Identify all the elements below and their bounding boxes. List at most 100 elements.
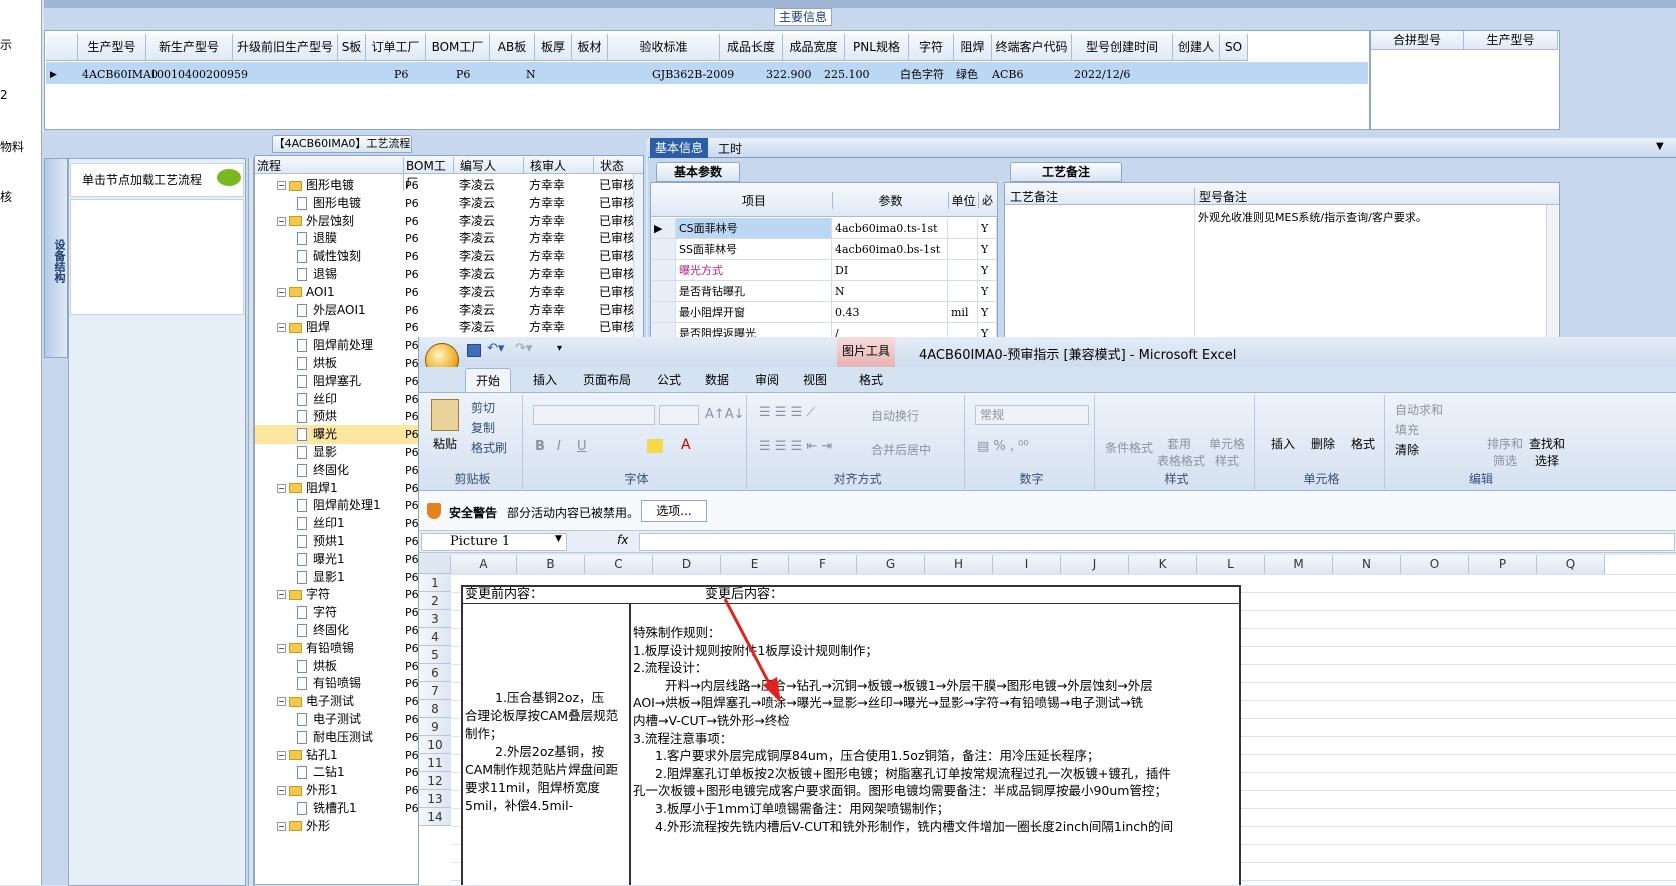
cell-width[interactable]: 225.100 — [824, 65, 870, 85]
tree-node[interactable]: − 钻孔1 — [277, 746, 338, 765]
tree-node[interactable]: − AOI1 — [277, 283, 335, 302]
notes-scrollbar[interactable] — [1546, 205, 1558, 337]
col-header[interactable]: BOM工厂 — [426, 34, 490, 61]
tree-node[interactable]: 图形电镀 — [297, 194, 361, 213]
tree-row[interactable]: 碱性蚀刻 P6 李凌云 方幸幸 已审核 — [255, 247, 633, 266]
merge-center-button[interactable]: 合并后居中 — [871, 441, 931, 458]
col-header[interactable]: 终端客户代码 — [992, 34, 1072, 61]
tree-node[interactable]: 阻焊前处理1 — [297, 496, 381, 515]
collapse-icon[interactable]: − — [277, 643, 286, 653]
format-painter-button[interactable]: 格式刷 — [471, 439, 507, 456]
collapse-icon[interactable]: − — [277, 483, 286, 493]
find-select-button[interactable]: 查找和 选择 — [1527, 435, 1567, 469]
font-name-box[interactable] — [533, 405, 655, 425]
col-header[interactable]: 型号创建时间 — [1072, 34, 1173, 61]
collapse-icon[interactable]: − — [277, 590, 286, 600]
align-left-icon[interactable]: ☰ ☰ ☰ ⇤ ⇥ — [759, 439, 832, 454]
row-header[interactable]: 3 — [419, 610, 451, 628]
col-header[interactable]: 工艺备注 — [1010, 188, 1058, 205]
clear-button[interactable]: 清除 — [1395, 441, 1419, 458]
col-header[interactable]: 生产型号 — [78, 34, 146, 61]
param-row[interactable]: 是否背钻曝孔 N Y — [651, 281, 997, 302]
row-header[interactable]: 9 — [419, 718, 451, 736]
col-header[interactable]: 编写人 — [453, 157, 523, 174]
insert-button[interactable]: 插入 — [1265, 435, 1301, 452]
tree-node[interactable]: 显影 — [297, 443, 337, 462]
param-row[interactable]: 曝光方式 DI Y — [651, 260, 997, 281]
column-header[interactable]: B — [517, 555, 585, 574]
left-nav-item-1[interactable]: 示 — [0, 36, 12, 53]
collapse-icon[interactable]: − — [277, 287, 286, 297]
cell-customer[interactable]: ACB6 — [992, 65, 1023, 85]
column-header[interactable]: J — [1061, 555, 1129, 574]
col-header[interactable]: 验收标准 — [608, 34, 720, 61]
tree-node[interactable]: 退膜 — [297, 229, 337, 248]
qat-customize-icon[interactable]: ▾ — [557, 343, 562, 354]
row-selector[interactable] — [651, 260, 676, 281]
col-header[interactable]: PNL规格 — [845, 34, 909, 61]
row-header[interactable]: 11 — [419, 754, 451, 772]
col-header[interactable]: 升级前旧生产型号 — [233, 34, 338, 61]
col-header[interactable]: 型号备注 — [1194, 188, 1544, 205]
param-value[interactable]: N — [832, 281, 948, 302]
param-value[interactable]: 4acb60ima0.ts-1st — [832, 218, 948, 239]
ribbon-tab[interactable]: 视图 — [793, 368, 837, 392]
formula-input[interactable] — [639, 533, 1675, 551]
cell-length[interactable]: 322.900 — [766, 65, 812, 85]
column-header[interactable]: D — [653, 555, 721, 574]
tree-node[interactable]: − 阻焊 — [277, 318, 330, 337]
left-nav-item-3[interactable]: 物料 — [0, 138, 24, 155]
col-header[interactable]: 单位 — [948, 192, 978, 209]
name-box[interactable]: Picture 1 — [421, 533, 567, 551]
tree-node[interactable]: 电子测试 — [297, 710, 361, 729]
fill-button[interactable]: 填充 — [1395, 421, 1419, 438]
col-header[interactable]: 成品长度 — [720, 34, 783, 61]
redo-icon[interactable]: ↷▾ — [515, 341, 532, 356]
column-header[interactable]: K — [1129, 555, 1197, 574]
cut-button[interactable]: 剪切 — [471, 399, 495, 416]
ribbon-tab[interactable]: 页面布局 — [573, 368, 641, 392]
column-header[interactable]: M — [1265, 555, 1333, 574]
column-header[interactable]: H — [925, 555, 993, 574]
column-header[interactable]: N — [1333, 555, 1401, 574]
left-nav-item-4[interactable]: 核 — [0, 188, 12, 205]
name-box-dropdown-icon[interactable]: ▼ — [555, 534, 562, 544]
tree-node[interactable]: 二钻1 — [297, 763, 345, 782]
paste-icon[interactable] — [431, 399, 459, 431]
col-header[interactable]: AB板 — [490, 34, 535, 61]
change-picture[interactable] — [461, 585, 1241, 885]
row-header[interactable]: 8 — [419, 700, 451, 718]
param-row[interactable]: SS面菲林号 4acb60ima0.bs-1st Y — [651, 239, 997, 260]
save-icon[interactable] — [467, 344, 481, 357]
col-header[interactable]: 核审人 — [523, 157, 593, 174]
cell-new-model[interactable]: 10010400200959 — [150, 65, 248, 85]
param-value[interactable]: 4acb60ima0.bs-1st — [832, 239, 948, 260]
ribbon-tab[interactable]: 格式 — [849, 368, 893, 392]
tree-node[interactable]: 碱性蚀刻 — [297, 247, 361, 266]
tree-node[interactable]: 丝印1 — [297, 514, 345, 533]
col-header[interactable]: 板材 — [572, 34, 608, 61]
row-header[interactable]: 1 — [419, 574, 451, 592]
tree-node[interactable]: − 外形 — [277, 817, 330, 836]
cell-soldermask[interactable]: 绿色 — [956, 65, 978, 85]
tree-row[interactable]: − 外层蚀刻 P6 李凌云 方幸幸 已审核 — [255, 212, 633, 231]
tree-node[interactable]: 阻焊塞孔 — [297, 372, 361, 391]
grow-font-icon[interactable]: A↑A↓ — [705, 407, 745, 422]
collapse-icon[interactable]: − — [277, 821, 286, 831]
model-note[interactable]: 外观允收准则见MES系统/指示查询/客户要求。 — [1198, 209, 1427, 225]
options-button[interactable]: 选项... — [641, 500, 707, 522]
tree-node[interactable]: − 阻焊1 — [277, 479, 338, 498]
col-header[interactable]: 合拼型号 — [1371, 31, 1464, 50]
ribbon-tab[interactable]: 开始 — [465, 368, 512, 392]
column-header[interactable]: A — [451, 555, 517, 574]
row-header[interactable]: 10 — [419, 736, 451, 754]
font-size-box[interactable] — [659, 405, 699, 425]
tree-node[interactable]: 曝光1 — [297, 550, 345, 569]
autosum-button[interactable]: 自动求和 — [1395, 401, 1443, 418]
tree-row[interactable]: 外层AOI1 P6 李凌云 方幸幸 已审核 — [255, 301, 633, 320]
row-selector[interactable] — [651, 281, 676, 302]
left-nav-item-2[interactable]: 2 — [0, 88, 8, 102]
conditional-format-button[interactable]: 条件格式 — [1103, 439, 1155, 456]
tab-work-hours[interactable]: 工时 — [718, 140, 742, 157]
font-color-icon[interactable]: A — [681, 437, 691, 453]
